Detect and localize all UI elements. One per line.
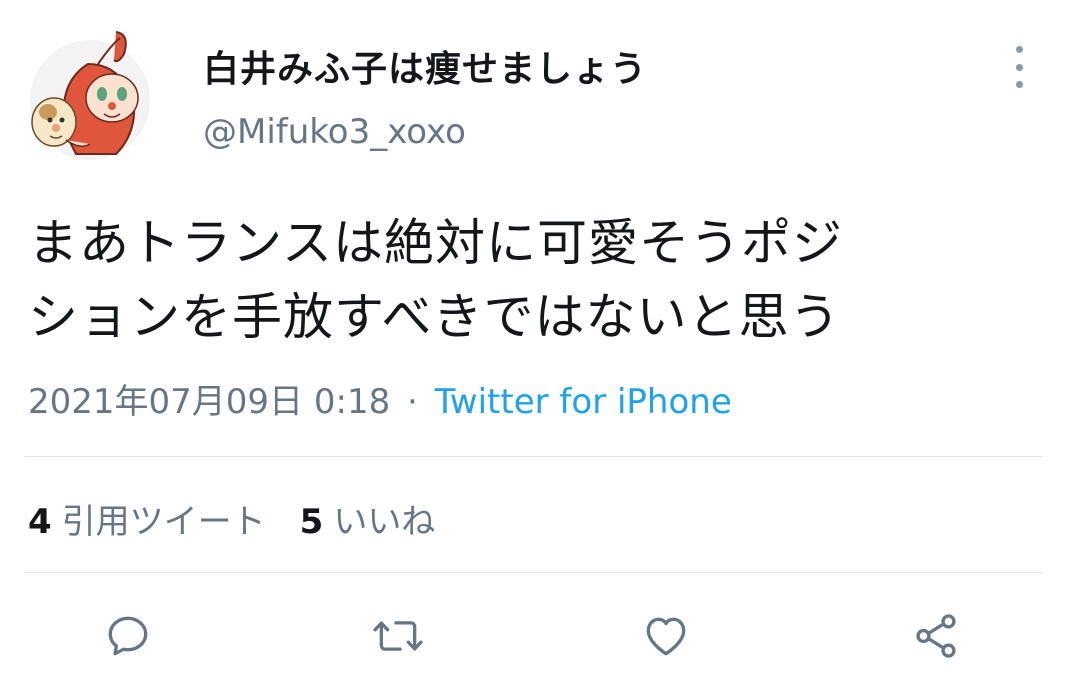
more-dot [1015,63,1023,71]
timestamp[interactable]: 2021年07月09日 0:18 [28,382,390,422]
more-options-icon[interactable] [1004,46,1034,88]
meta-separator: · [407,382,418,422]
likes-stat[interactable]: 5 いいね [300,494,436,543]
like-count: 5 [299,502,324,542]
reply-button[interactable] [100,608,156,664]
share-button[interactable] [908,608,964,664]
user-handle[interactable]: @Mifuko3_xoxo [203,112,466,152]
like-button[interactable] [638,608,694,664]
more-dot [1015,81,1023,88]
action-bar [0,608,1073,668]
tweet-detail: 白井みふ子は痩せましょう @Mifuko3_xoxo まあトランスは絶対に可愛そ… [0,0,1073,693]
reply-icon [108,616,148,656]
tweet-source-link[interactable]: Twitter for iPhone [435,382,732,422]
tweet-text: まあトランスは絶対に可愛そうポジ ションを手放すべきではないと思う [28,206,1038,354]
more-dot [1015,46,1023,53]
tweet-stats: 4 引用ツイート 5 いいね [28,494,469,543]
retweet-icon [373,621,423,651]
share-icon [916,614,956,658]
quote-label: 引用ツイート [61,502,266,542]
quote-count: 4 [28,502,52,542]
divider [24,572,1042,573]
heart-icon [646,617,686,656]
retweet-button[interactable] [370,608,426,664]
avatar-image [30,31,150,160]
divider [24,456,1042,457]
tweet-text-line: ションを手放すべきではないと思う [28,288,841,346]
quote-tweets-stat[interactable]: 4 引用ツイート [28,494,266,543]
like-label: いいね [333,502,436,542]
tweet-text-line: まあトランスは絶対に可愛そうポジ [28,214,843,272]
display-name[interactable]: 白井みふ子は痩せましょう [203,40,647,92]
tweet-meta: 2021年07月09日 0:18 · Twitter for iPhone [28,374,732,423]
avatar[interactable] [26,24,150,164]
